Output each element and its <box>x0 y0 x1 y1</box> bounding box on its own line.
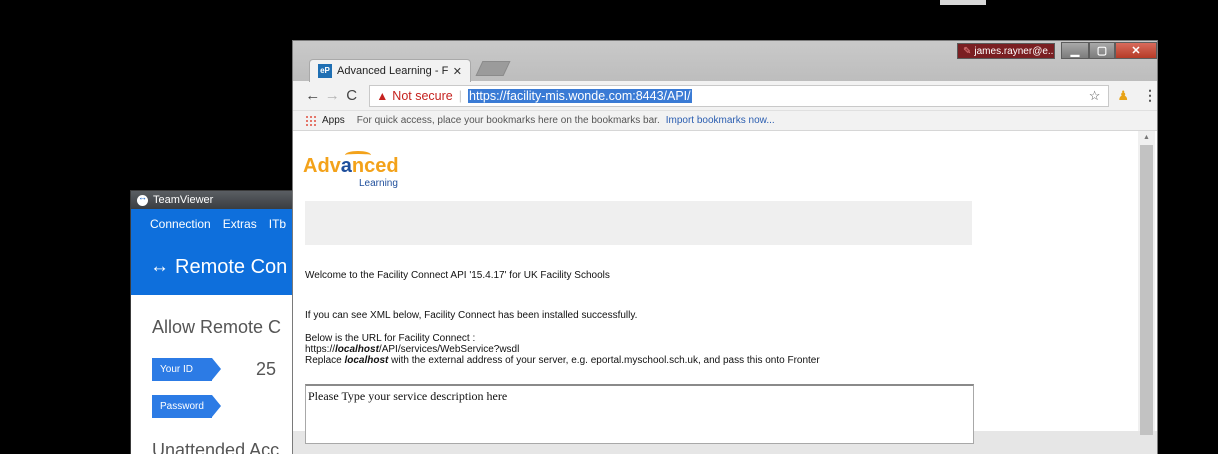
back-arrow-icon[interactable]: ← <box>303 87 322 104</box>
menu-itbrain[interactable]: ITb <box>269 217 286 231</box>
your-id-row: Your ID 25 <box>152 358 299 381</box>
wsdl-url: https://localhost/API/services/WebServic… <box>305 344 520 355</box>
bookmarks-bar: Apps For quick access, place your bookma… <box>293 111 1157 131</box>
bookmarks-hint: For quick access, place your bookmarks h… <box>356 115 660 126</box>
forward-arrow-icon[interactable]: → <box>322 87 341 104</box>
address-bar[interactable]: ▲ Not secure | https://facility-mis.wond… <box>369 84 1110 107</box>
menu-extras[interactable]: Extras <box>223 217 257 231</box>
desktop-edge <box>940 0 986 5</box>
tab-advanced-learning[interactable]: eP Advanced Learning - Fac ✕ <box>309 59 471 82</box>
password-row: Password <box>152 395 299 418</box>
bookmark-star-icon[interactable]: ☆ <box>1089 88 1101 104</box>
security-indicator[interactable]: Not secure <box>392 89 452 103</box>
apps-grid-icon[interactable] <box>305 115 316 126</box>
your-id-label: Your ID <box>152 358 221 381</box>
profile-icon: ✎ <box>963 45 972 57</box>
teamviewer-window: TeamViewer Connection Extras ITb ↔ Remot… <box>130 190 300 454</box>
reload-icon[interactable]: C <box>342 87 361 104</box>
password-label: Password <box>152 395 221 418</box>
apps-shortcut[interactable]: Apps <box>322 115 345 126</box>
import-bookmarks-link[interactable]: Import bookmarks now... <box>666 115 775 126</box>
replace-instructions: Replace localhost with the external addr… <box>305 355 820 366</box>
header-banner <box>305 201 972 245</box>
maximize-button[interactable]: ▢ <box>1089 42 1115 59</box>
scroll-thumb[interactable] <box>1140 145 1153 435</box>
teamviewer-body: Allow Remote C Your ID 25 Password Unatt… <box>131 317 299 454</box>
profile-name: james.rayner@e... <box>974 45 1055 57</box>
chrome-menu-icon[interactable]: ⋮ <box>1143 87 1157 104</box>
teamviewer-header-title: Remote Con <box>175 255 288 278</box>
install-note: If you can see XML below, Facility Conne… <box>305 310 638 321</box>
advanced-learning-logo: Advanced Learning <box>303 149 413 189</box>
teamviewer-logo-icon <box>137 192 148 206</box>
close-window-button[interactable]: ✕ <box>1115 42 1157 59</box>
omnibox-separator: | <box>458 88 462 103</box>
extension-icon[interactable]: ♟ <box>1117 88 1129 104</box>
teamviewer-titlebar[interactable]: TeamViewer <box>131 191 299 209</box>
minimize-button[interactable]: ▁ <box>1061 42 1089 59</box>
tab-close-icon[interactable]: ✕ <box>453 65 462 78</box>
warning-triangle-icon[interactable]: ▲ <box>376 89 388 103</box>
teamviewer-header: ↔ Remote Con <box>131 239 299 295</box>
logo-subtitle: Learning <box>359 178 398 189</box>
vertical-scrollbar[interactable]: ▲ <box>1138 131 1155 435</box>
page-viewport: Advanced Learning Welcome to the Facilit… <box>293 131 1157 444</box>
tab-title: Advanced Learning - Fac <box>337 65 448 77</box>
browser-toolbar: ← → C ▲ Not secure | https://facility-mi… <box>293 81 1157 111</box>
url-heading: Below is the URL for Facility Connect : <box>305 333 476 344</box>
tab-strip: eP Advanced Learning - Fac ✕ ✎ james.ray… <box>293 41 1157 82</box>
allow-remote-heading: Allow Remote C <box>152 317 282 337</box>
welcome-text: Welcome to the Facility Connect API '15.… <box>305 270 610 281</box>
scroll-up-arrow-icon[interactable]: ▲ <box>1138 131 1155 145</box>
favicon-icon: eP <box>318 64 332 78</box>
address-url[interactable]: https://facility-mis.wonde.com:8443/API/ <box>468 88 692 103</box>
remote-control-icon: ↔ <box>150 256 169 277</box>
profile-button[interactable]: ✎ james.rayner@e... <box>957 43 1055 59</box>
browser-window: eP Advanced Learning - Fac ✕ ✎ james.ray… <box>292 40 1158 454</box>
new-tab-button[interactable] <box>475 61 511 76</box>
teamviewer-menubar: Connection Extras ITb <box>131 209 299 239</box>
teamviewer-title: TeamViewer <box>153 194 214 206</box>
menu-connection[interactable]: Connection <box>150 217 211 231</box>
logo-wordmark: Advanced <box>303 155 399 177</box>
unattended-access-heading: Unattended Acc <box>152 440 280 454</box>
service-description-box: Please Type your service description her… <box>305 384 974 444</box>
your-id-value[interactable]: 25 <box>256 359 276 380</box>
desktop: TeamViewer Connection Extras ITb ↔ Remot… <box>0 0 1218 454</box>
